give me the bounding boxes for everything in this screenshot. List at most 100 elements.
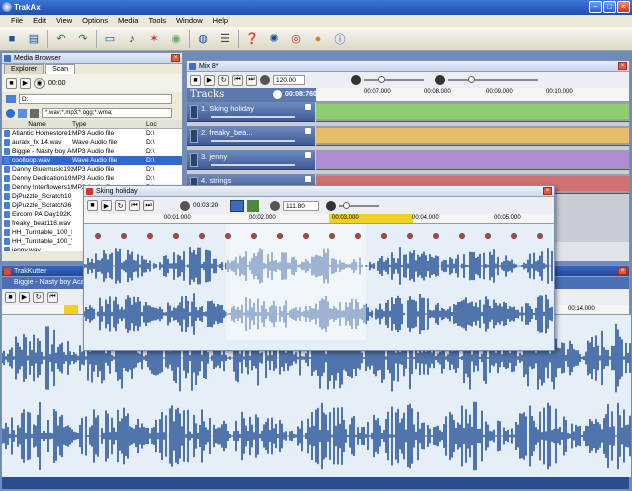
- file-row[interactable]: Biggie - Nasty boy AcapeMP3 Audio file D:…: [2, 147, 182, 156]
- rewind-button[interactable]: ⏮: [129, 200, 140, 211]
- scan-icon[interactable]: [18, 108, 27, 118]
- redo-icon[interactable]: ↷: [74, 30, 92, 48]
- menu-view[interactable]: View: [51, 15, 77, 27]
- tempo-field[interactable]: 120.00: [273, 75, 305, 85]
- editor-zoom-slider[interactable]: [339, 201, 379, 209]
- rewind-button[interactable]: ⏮: [232, 74, 243, 86]
- marker-handle[interactable]: [199, 233, 205, 239]
- menu-file[interactable]: File: [6, 15, 28, 27]
- column-loc[interactable]: Loc: [146, 120, 162, 128]
- marker-handle[interactable]: [537, 233, 543, 239]
- audio-clip[interactable]: [316, 152, 629, 167]
- filter-field[interactable]: *.wav;*.mp3;*.ogg;*.wma;: [42, 108, 172, 118]
- stop-button[interactable]: ■: [6, 77, 17, 89]
- audio-clip[interactable]: [316, 104, 629, 119]
- speaker-icon[interactable]: ◉: [34, 77, 45, 89]
- editor-ruler[interactable]: 00:01.000 00:02.000 00:03.000 00:04.000 …: [84, 214, 554, 224]
- column-name[interactable]: Name: [2, 120, 72, 128]
- equalizer-icon[interactable]: ☰: [216, 30, 234, 48]
- rewind-button[interactable]: ⏮: [47, 291, 58, 303]
- mute-icon[interactable]: [305, 176, 311, 182]
- stop-button[interactable]: ■: [87, 200, 98, 211]
- forward-button[interactable]: ⏭: [246, 74, 257, 86]
- marker-handle[interactable]: [485, 233, 491, 239]
- lifesaver-icon[interactable]: ◎: [287, 30, 305, 48]
- globe-icon[interactable]: ◍: [194, 30, 212, 48]
- lifebuoy-icon[interactable]: ✺: [265, 30, 283, 48]
- menu-media[interactable]: Media: [113, 15, 143, 27]
- menu-window[interactable]: Window: [171, 15, 208, 27]
- stop-button[interactable]: ■: [5, 291, 16, 303]
- info-icon[interactable]: ⓘ: [331, 30, 349, 48]
- close-button[interactable]: ×: [617, 1, 630, 13]
- track-volume-slider[interactable]: [211, 164, 295, 166]
- loop-button[interactable]: ↻: [218, 74, 229, 86]
- file-row[interactable]: Atlantic Homestore192KMP3 Audio file D:\: [2, 129, 182, 138]
- marker-handle[interactable]: [381, 233, 387, 239]
- play-button[interactable]: ▶: [20, 77, 31, 89]
- metronome-icon[interactable]: [260, 75, 270, 85]
- disc-icon[interactable]: ◉: [167, 30, 185, 48]
- metronome-icon[interactable]: [270, 200, 280, 211]
- column-type[interactable]: Type: [72, 120, 146, 128]
- editor-waveform[interactable]: [84, 224, 554, 340]
- select-tool-icon[interactable]: [230, 199, 244, 212]
- track-lane[interactable]: [316, 150, 629, 170]
- selection-region[interactable]: [226, 224, 366, 340]
- trakkutter-close-button[interactable]: ×: [618, 267, 627, 275]
- menu-options[interactable]: Options: [77, 15, 113, 27]
- track-header[interactable]: 1. Sking holiday: [187, 102, 315, 122]
- marker-handle[interactable]: [251, 233, 257, 239]
- globe-icon[interactable]: [6, 108, 15, 118]
- save-icon[interactable]: ■: [3, 30, 21, 48]
- tab-scan[interactable]: Scan: [45, 64, 76, 74]
- volume-tool-icon[interactable]: [247, 199, 259, 212]
- play-button[interactable]: ▶: [101, 200, 112, 211]
- master-volume-slider[interactable]: [364, 76, 424, 83]
- marker-handle[interactable]: [329, 233, 335, 239]
- file-row[interactable]: coolloop.wav Wave Audio file D:\: [2, 156, 182, 165]
- file-row[interactable]: auralx_fx 14.wav Wave Audio file D:\: [2, 138, 182, 147]
- marker-handle[interactable]: [147, 233, 153, 239]
- menu-tools[interactable]: Tools: [143, 15, 171, 27]
- monitor-icon[interactable]: ▭: [101, 30, 119, 48]
- track-header[interactable]: 3. jenny: [187, 150, 315, 170]
- marker-handle[interactable]: [173, 233, 179, 239]
- marker-handle[interactable]: [355, 233, 361, 239]
- marker-handle[interactable]: [303, 233, 309, 239]
- path-field[interactable]: D:: [19, 94, 172, 104]
- forward-button[interactable]: ⏭: [143, 200, 154, 211]
- firefox-icon[interactable]: ●: [309, 30, 327, 48]
- mix-ruler[interactable]: 00:07.000 00:08.000 00:09.000 00:10.000: [316, 88, 629, 102]
- mute-icon[interactable]: [305, 128, 311, 134]
- marker-handle[interactable]: [277, 233, 283, 239]
- track-lane[interactable]: [316, 102, 629, 122]
- track-volume-slider[interactable]: [211, 116, 295, 118]
- mute-icon[interactable]: [305, 104, 311, 110]
- menu-edit[interactable]: Edit: [28, 15, 51, 27]
- zoom-slider[interactable]: [448, 76, 538, 83]
- master-volume-icon[interactable]: [351, 75, 361, 85]
- open-icon[interactable]: ▤: [25, 30, 43, 48]
- media-browser-close-button[interactable]: ×: [171, 54, 180, 62]
- editor-tempo-field[interactable]: 111.80: [283, 200, 319, 211]
- zoom-icon[interactable]: [435, 75, 445, 85]
- minimize-button[interactable]: –: [589, 1, 602, 13]
- menu-help[interactable]: Help: [208, 15, 233, 27]
- marker-handle[interactable]: [407, 233, 413, 239]
- help-bubble-icon[interactable]: ❓: [243, 30, 261, 48]
- marker-handle[interactable]: [433, 233, 439, 239]
- editor-zoom-icon[interactable]: [326, 200, 336, 211]
- audio-clip[interactable]: [316, 128, 629, 143]
- marker-handle[interactable]: [225, 233, 231, 239]
- play-button[interactable]: ▶: [204, 74, 215, 86]
- play-button[interactable]: ▶: [19, 291, 30, 303]
- microphone-icon[interactable]: ♪: [123, 30, 141, 48]
- file-row[interactable]: Danny Bluemusic192K.MP3 Audio file D:\: [2, 165, 182, 174]
- loop-button[interactable]: ↻: [115, 200, 126, 211]
- marker-handle[interactable]: [459, 233, 465, 239]
- tab-explorer[interactable]: Explorer: [4, 64, 45, 74]
- loop-button[interactable]: ↻: [33, 291, 44, 303]
- track-header[interactable]: 2. freaky_bea...: [187, 126, 315, 146]
- movie-icon[interactable]: ✶: [145, 30, 163, 48]
